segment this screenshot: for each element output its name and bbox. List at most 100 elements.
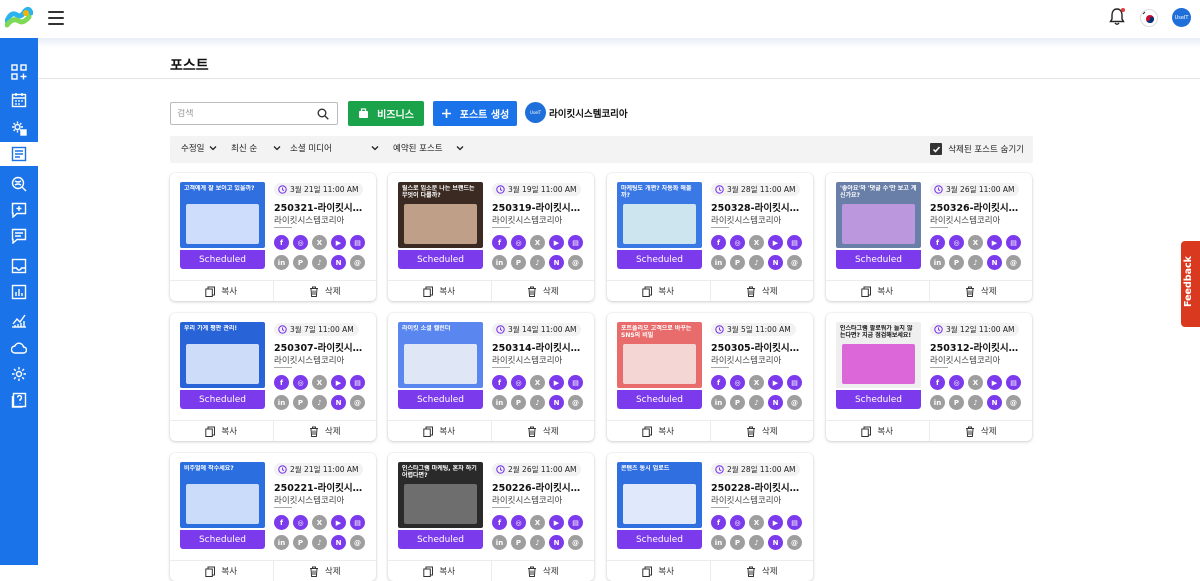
post-card[interactable]: 우리 가게 평판 관리! Scheduled 3월 7일 11:00 AM 25030… [170,313,376,441]
hamburger-icon[interactable] [48,11,64,25]
delete-button[interactable]: 삭제 [490,281,595,301]
copy-button[interactable]: 복사 [826,421,929,441]
sidebar-item-explore[interactable] [0,172,38,196]
post-title[interactable]: 250319-라이킷시스템코리아 [492,200,588,214]
post-card[interactable]: 포트폴리오 고객으로 바꾸는 SNS의 비밀 Scheduled 3월 5일 11:… [607,313,813,441]
sort-order-select[interactable]: 최신 순 [231,142,281,154]
sidebar-item-calendar[interactable] [0,88,38,112]
delete-button[interactable]: 삭제 [709,561,814,581]
delete-button[interactable]: 삭제 [272,561,377,581]
korea-flag-icon[interactable] [1140,9,1158,27]
post-title[interactable]: 250226-라이킷시스템코리아 [492,480,588,494]
delete-button[interactable]: 삭제 [709,421,814,441]
post-thumbnail[interactable]: 우리 가게 평판 관리! [180,322,265,388]
post-title[interactable]: 250328-라이킷시스템코리아 [711,200,807,214]
post-card[interactable]: 고객에게 잘 보이고 있을까? Scheduled 3월 21일 11:00 AM 2… [170,173,376,301]
post-card[interactable]: '좋아요'와 '댓글 수'만 보고 계신가요? Scheduled 3월 26일 1… [826,173,1032,301]
sidebar-item-settings[interactable] [0,362,38,386]
post-title[interactable]: 250228-라이킷시스템코리아 [711,480,807,494]
sidebar-item-cloud[interactable] [0,336,38,360]
delete-button[interactable]: 삭제 [272,281,377,301]
post-card[interactable]: 비주얼에 착수세요? Scheduled 2월 21일 11:00 AM 250221… [170,453,376,581]
post-card[interactable]: 인스타그램 마케팅, 혼자 하기 어렵다면? Scheduled 2월 26일 11… [388,453,594,581]
copy-button[interactable]: 복사 [607,561,710,581]
post-card[interactable]: 콘텐츠 동시 업로드 Scheduled 2월 28일 11:00 AM 250228… [607,453,813,581]
delete-button[interactable]: 삭제 [928,421,1033,441]
sort-field-select[interactable]: 수정일 [181,142,217,154]
app-logo[interactable] [5,7,33,29]
hide-deleted-checkbox[interactable] [930,143,943,155]
copy-button[interactable]: 복사 [170,561,273,581]
thumbnail-caption: 인스타그램 팔로워가 늘지 않는다면? 지금 점검해보세요! [840,325,913,339]
social-media-select[interactable]: 소셜 미디어 [290,142,379,154]
delete-button[interactable]: 삭제 [272,421,377,441]
google-business-icon: ▤ [1006,235,1021,250]
copy-button[interactable]: 복사 [388,561,491,581]
sidebar-item-add-message[interactable] [0,198,38,222]
copy-button[interactable]: 복사 [170,281,273,301]
post-card[interactable]: 인스타그램 팔로워가 늘지 않는다면? 지금 점검해보세요! Scheduled 3… [826,313,1032,441]
post-thumbnail[interactable]: 라이킷 소셜 캘린더 [398,322,483,388]
copy-button[interactable]: 복사 [388,421,491,441]
pinterest-icon: P [949,255,964,270]
post-card[interactable]: 마케팅도 개편? 자동화 해볼까? Scheduled 3월 28일 11:00 A… [607,173,813,301]
post-title[interactable]: 250221-라이킷시스템코리아 [274,480,370,494]
search-box[interactable] [170,102,338,125]
post-thumbnail[interactable]: 인스타그램 팔로워가 늘지 않는다면? 지금 점검해보세요! [836,322,921,388]
post-card[interactable]: 라이킷 소셜 캘린더 Scheduled 3월 14일 11:00 AM 250314… [388,313,594,441]
post-account: 라이킷시스템코리아 [492,356,563,366]
post-thumbnail[interactable]: '좋아요'와 '댓글 수'만 보고 계신가요? [836,182,921,248]
thumbnail-screen [623,344,696,384]
user-avatar[interactable]: UseIT [1172,8,1191,27]
sidebar-item-help[interactable] [0,388,38,412]
copy-button[interactable]: 복사 [826,281,929,301]
post-thumbnail[interactable]: 비주얼에 착수세요? [180,462,265,528]
sidebar-item-analytics[interactable] [0,308,38,332]
line-chart-icon [12,314,26,328]
hide-deleted-toggle[interactable]: 삭제된 포스트 숨기기 [930,143,1024,155]
delete-button[interactable]: 삭제 [709,281,814,301]
copy-button[interactable]: 복사 [388,281,491,301]
post-thumbnail[interactable]: 마케팅도 개편? 자동화 해볼까? [617,182,702,248]
post-thumbnail[interactable]: 포트폴리오 고객으로 바꾸는 SNS의 비밀 [617,322,702,388]
post-title[interactable]: 250314-라이킷시스템코리아 [492,340,588,354]
delete-button[interactable]: 삭제 [490,561,595,581]
sidebar-item-settings-user[interactable] [0,116,38,140]
post-title[interactable]: 250326-라이킷시스템코리아 [930,200,1026,214]
post-account: 라이킷시스템코리아 [930,356,1001,366]
sidebar-item-inbox[interactable] [0,254,38,278]
business-button[interactable]: 비즈니스 [348,101,424,126]
post-title[interactable]: 250321-라이킷시스템코리아 [274,200,370,214]
post-title[interactable]: 250312-라이킷시스템코리아 [930,340,1026,354]
divider [711,507,729,508]
copy-button[interactable]: 복사 [170,421,273,441]
search-icon[interactable] [317,108,329,120]
youtube-icon: ▶ [549,515,564,530]
copy-button[interactable]: 복사 [607,281,710,301]
post-title[interactable]: 250305-라이킷시스템코리아 [711,340,807,354]
post-thumbnail[interactable]: 고객에게 잘 보이고 있을까? [180,182,265,248]
delete-button[interactable]: 삭제 [928,281,1033,301]
account-selector[interactable]: UseIT 라이킷시스템코리아 [525,102,628,123]
thumbnail-screen [404,344,477,384]
youtube-icon: ▶ [331,235,346,250]
sidebar-item-posts[interactable] [0,142,38,166]
delete-button[interactable]: 삭제 [490,421,595,441]
create-post-button[interactable]: 포스트 생성 [433,101,517,126]
post-thumbnail[interactable]: 릴스로 입소문 나는 브랜드는 무엇이 다를까? [398,182,483,248]
copy-icon [642,566,653,577]
post-thumbnail[interactable]: 인스타그램 마케팅, 혼자 하기 어렵다면? [398,462,483,528]
google-business-icon: ▤ [787,235,802,250]
feedback-tab[interactable]: Feedback [1181,241,1200,327]
sidebar-item-dashboard[interactable] [0,60,38,84]
post-card[interactable]: 릴스로 입소문 나는 브랜드는 무엇이 다를까? Scheduled 3월 19일 … [388,173,594,301]
post-thumbnail[interactable]: 콘텐츠 동시 업로드 [617,462,702,528]
sidebar-item-reports[interactable] [0,280,38,304]
post-type-select[interactable]: 예약된 포스트 [393,142,464,154]
sidebar-item-messages[interactable] [0,224,38,248]
tiktok-icon: ♪ [530,535,545,550]
search-input[interactable] [177,108,307,119]
copy-button[interactable]: 복사 [607,421,710,441]
post-title[interactable]: 250307-라이킷시스템코리아 [274,340,370,354]
instagram-icon: ◎ [511,515,526,530]
